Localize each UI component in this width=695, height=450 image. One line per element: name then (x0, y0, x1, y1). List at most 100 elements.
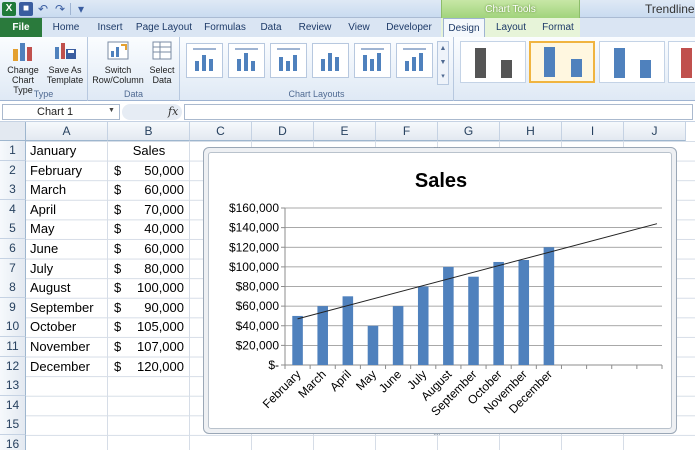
tab-insert[interactable]: Insert (90, 18, 130, 37)
cell-a11[interactable]: November (30, 337, 108, 357)
cell-b12[interactable]: 120,000 (120, 357, 184, 377)
chart-area[interactable]: Sales $- $20,000 $40,000 $60,000 $80,000 $100,… (208, 152, 672, 429)
row-header-14[interactable]: 14 (0, 395, 26, 416)
resize-handle-top[interactable]: ···· (433, 143, 441, 152)
column-header-c[interactable]: C (190, 122, 252, 141)
tab-design[interactable]: Design (443, 18, 485, 38)
formula-input[interactable] (184, 104, 693, 120)
chart-layout-4[interactable] (312, 43, 349, 78)
row-header-11[interactable]: 11 (0, 337, 26, 357)
redo-icon[interactable]: ↷ (53, 2, 67, 16)
cell-b5[interactable]: 40,000 (120, 219, 184, 239)
cell-a9[interactable]: September (30, 298, 108, 318)
name-box[interactable]: Chart 1 (2, 104, 120, 120)
cell-a6[interactable]: June (30, 239, 108, 259)
formula-bar: Chart 1 ▼ fx (0, 102, 695, 122)
row-header-6[interactable]: 6 (0, 239, 26, 259)
chart-layout-2[interactable] (228, 43, 265, 78)
resize-handle-bottom[interactable]: ···· (433, 430, 441, 439)
tab-formulas[interactable]: Formulas (199, 18, 251, 37)
cell-b7[interactable]: 80,000 (120, 259, 184, 279)
column-header-e[interactable]: E (314, 122, 376, 141)
chart-object[interactable]: ···· ···· Sales $- $20,000 $40,000 $60,000 $8… (203, 143, 677, 439)
cell-b6[interactable]: 60,000 (120, 239, 184, 259)
column-header-d[interactable]: D (252, 122, 314, 141)
row-header-7[interactable]: 7 (0, 258, 26, 279)
column-header-f[interactable]: F (376, 122, 438, 141)
chart-style-4[interactable] (668, 41, 695, 83)
chart-layout-6[interactable] (396, 43, 433, 78)
tab-developer[interactable]: Developer (382, 18, 436, 37)
tab-page-layout[interactable]: Page Layout (134, 18, 194, 37)
row-header-8[interactable]: 8 (0, 278, 26, 299)
tab-data[interactable]: Data (256, 18, 286, 37)
change-chart-type-button[interactable]: Change Chart Type (2, 39, 44, 95)
row-header-15[interactable]: 15 (0, 415, 26, 436)
cell-a10[interactable]: October (30, 317, 108, 337)
bar-september (468, 276, 479, 365)
cell-a12[interactable]: December (30, 357, 108, 377)
cell-b3[interactable]: 60,000 (120, 180, 184, 200)
select-all-corner[interactable] (0, 122, 26, 141)
chart-layouts-scroll[interactable]: ▲ ▼ ▾ (437, 41, 449, 85)
chart-layout-5[interactable] (354, 43, 391, 78)
chart-layout-3[interactable] (270, 43, 307, 78)
x-tick-label: April (327, 367, 354, 394)
row-header-3[interactable]: 3 (0, 180, 26, 201)
column-header-j[interactable]: J (624, 122, 686, 141)
cell-b1[interactable]: Sales (108, 141, 190, 161)
chart-layout-1[interactable] (186, 43, 223, 78)
excel-icon[interactable]: X (2, 2, 16, 16)
row-header-10[interactable]: 10 (0, 317, 26, 338)
column-header-h[interactable]: H (500, 122, 562, 141)
chart-style-3[interactable] (599, 41, 665, 83)
quick-access-toolbar: X ■ ↶ ↷ ▾ (2, 1, 88, 17)
cell-a1[interactable]: January (30, 141, 108, 161)
row-header-16[interactable]: 16 (0, 435, 26, 450)
column-header-g[interactable]: G (438, 122, 500, 141)
cell-a2[interactable]: February (30, 161, 108, 181)
cell-a8[interactable]: August (30, 278, 108, 298)
y-tick-label: $120,000 (229, 240, 279, 254)
chart-style-2[interactable] (529, 41, 595, 83)
cell-b11[interactable]: 107,000 (120, 337, 184, 357)
switch-row-column-button[interactable]: Switch Row/Column (90, 39, 146, 85)
tab-format[interactable]: Format (536, 18, 580, 37)
save-icon[interactable]: ■ (19, 2, 33, 16)
tab-review[interactable]: Review (293, 18, 337, 37)
cell-b10[interactable]: 105,000 (120, 317, 184, 337)
undo-icon[interactable]: ↶ (36, 2, 50, 16)
row-header-12[interactable]: 12 (0, 356, 26, 377)
chevron-down-icon[interactable]: ▼ (108, 107, 115, 114)
cell-a5[interactable]: May (30, 219, 108, 239)
tab-view[interactable]: View (343, 18, 375, 37)
cell-b8[interactable]: 100,000 (120, 278, 184, 298)
cell-b4[interactable]: 70,000 (120, 200, 184, 220)
column-header-b[interactable]: B (108, 122, 190, 141)
row-header-5[interactable]: 5 (0, 219, 26, 240)
save-as-template-button[interactable]: Save As Template (44, 39, 86, 85)
cell-a3[interactable]: March (30, 180, 108, 200)
row-header-4[interactable]: 4 (0, 199, 26, 220)
select-data-button[interactable]: Select Data (146, 39, 178, 85)
customize-toolbar-icon[interactable]: ▾ (74, 2, 88, 16)
sales-chart[interactable]: Sales $- $20,000 $40,000 $60,000 $80,000 $100,… (209, 153, 673, 430)
save-as-template-icon (55, 43, 76, 59)
y-tick-label: $20,000 (236, 338, 280, 352)
cell-a4[interactable]: April (30, 200, 108, 220)
tab-home[interactable]: Home (46, 18, 86, 37)
column-header-i[interactable]: I (562, 122, 624, 141)
cell-a7[interactable]: July (30, 259, 108, 279)
cell-b9[interactable]: 90,000 (120, 298, 184, 318)
row-header-9[interactable]: 9 (0, 297, 26, 318)
row-header-13[interactable]: 13 (0, 376, 26, 397)
chart-style-1[interactable] (460, 41, 526, 83)
switch-row-column-icon (107, 41, 129, 60)
row-header-1[interactable]: 1 (0, 141, 26, 161)
cell-b2[interactable]: 50,000 (120, 161, 184, 181)
tab-file[interactable]: File (0, 18, 42, 37)
column-header-a[interactable]: A (26, 122, 108, 141)
row-header-2[interactable]: 2 (0, 160, 26, 181)
tab-layout[interactable]: Layout (490, 18, 532, 37)
fx-icon[interactable]: fx (168, 105, 178, 118)
